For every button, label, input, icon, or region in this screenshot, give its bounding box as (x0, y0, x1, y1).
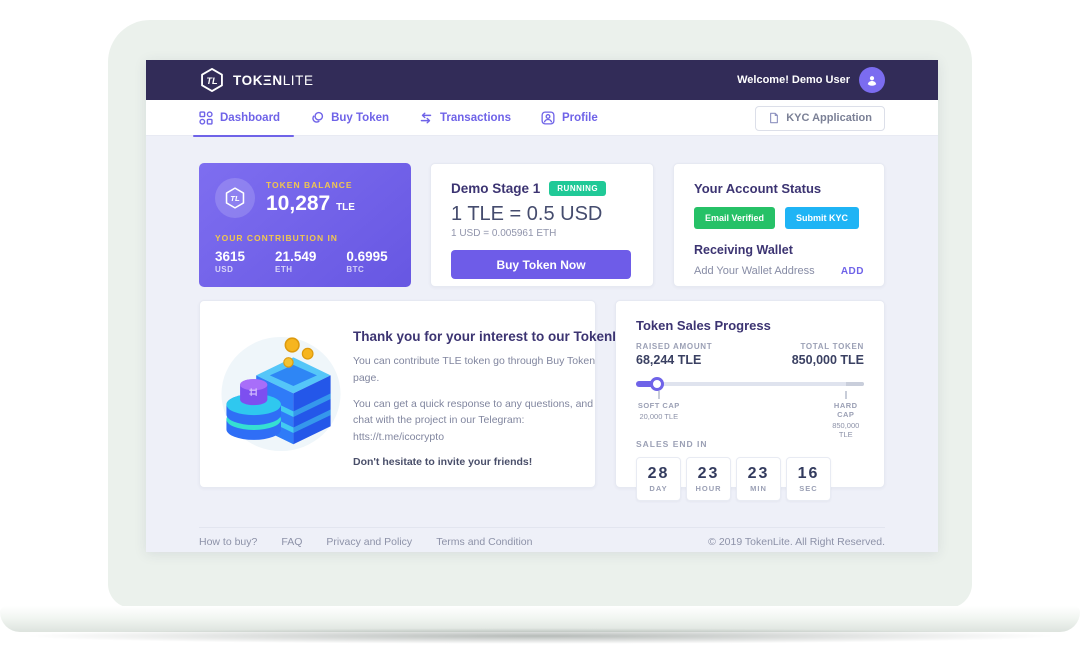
user-menu: Welcome! Demo User (737, 67, 885, 93)
contribution-label: YOUR CONTRIBUTION IN (215, 233, 395, 243)
contribution-btc: 0.6995 BTC (346, 249, 387, 274)
main-nav: Dashboard Buy Token (146, 100, 938, 136)
total-token-block: TOTAL TOKEN 850,000 TLE (792, 342, 864, 367)
brand-wordmark: TOKΞNLITE (233, 73, 314, 88)
laptop-shadow (20, 628, 1060, 644)
footer-link-terms[interactable]: Terms and Condition (436, 536, 532, 548)
copyright-text: © 2019 TokenLite. All Right Reserved. (708, 536, 885, 548)
sales-end-label: SALES END IN (636, 439, 864, 449)
countdown-timer: 28 DAY 23 HOUR 23 MIN (636, 457, 864, 501)
soft-cap-tick (658, 391, 660, 399)
person-icon (865, 73, 879, 87)
account-status-card: Your Account Status Email Verified Submi… (673, 163, 885, 287)
token-logo-badge-icon: TL (215, 178, 255, 218)
contribution-eth: 21.549 ETH (275, 249, 316, 274)
token-balance-label: TOKEN BALANCE (266, 180, 355, 190)
coins-stack-illustration (219, 326, 343, 462)
contribution-values: 3615 USD 21.549 ETH 0.6995 BTC (215, 249, 395, 274)
wallet-address-hint: Add Your Wallet Address (694, 265, 815, 277)
thanks-invite-line: Don't hesitate to invite your friends! (353, 456, 636, 468)
submit-kyc-badge[interactable]: Submit KYC (785, 207, 859, 229)
user-avatar[interactable] (859, 67, 885, 93)
kyc-application-button[interactable]: KYC Application (755, 106, 885, 131)
tab-profile[interactable]: Profile (541, 100, 598, 136)
stage-title: Demo Stage 1 (451, 181, 540, 196)
dashboard-grid-icon (199, 111, 213, 125)
document-icon (768, 112, 780, 124)
token-balance-card: TL TOKEN BALANCE 10,287 TLE YOUR CONTRIB… (199, 163, 411, 287)
tab-buy-token[interactable]: Buy Token (310, 100, 389, 136)
slider-track (636, 382, 864, 386)
tab-label: Transactions (440, 112, 511, 124)
footer-links: How to buy? FAQ Privacy and Policy Terms… (199, 536, 533, 548)
slider-knob (650, 377, 664, 391)
buy-token-now-button[interactable]: Buy Token Now (451, 250, 631, 279)
profile-icon (541, 111, 555, 125)
coins-icon (310, 111, 324, 125)
kyc-button-label: KYC Application (786, 112, 872, 124)
tab-transactions[interactable]: Transactions (419, 100, 511, 136)
account-status-title: Your Account Status (694, 181, 864, 196)
token-balance-amount: 10,287 TLE (266, 192, 355, 216)
nav-tabs: Dashboard Buy Token (199, 100, 598, 136)
hard-cap-label-block: HARD CAP 850,000 TLE (832, 401, 859, 439)
running-status-badge: RUNNING (549, 181, 606, 196)
dashboard-content: TL TOKEN BALANCE 10,287 TLE YOUR CONTRIB… (146, 136, 938, 548)
add-wallet-link[interactable]: ADD (841, 266, 864, 277)
summary-row: TL TOKEN BALANCE 10,287 TLE YOUR CONTRIB… (199, 163, 885, 287)
svg-text:TL: TL (230, 194, 240, 203)
receiving-wallet-title: Receiving Wallet (694, 243, 864, 257)
tab-label: Dashboard (220, 112, 280, 124)
contribution-usd: 3615 USD (215, 249, 245, 274)
thanks-paragraph-2: You can get a quick response to any ques… (353, 396, 601, 446)
brand-logo[interactable]: TL TOKΞNLITE (199, 67, 314, 93)
app-window: TL TOKΞNLITE Welcome! Demo User (146, 60, 938, 552)
token-rate: 1 TLE = 0.5 USD (451, 203, 633, 226)
progress-title: Token Sales Progress (636, 318, 864, 333)
thanks-paragraph-1: You can contribute TLE token go through … (353, 353, 601, 387)
countdown-min: 23 MIN (736, 457, 781, 501)
welcome-text: Welcome! Demo User (737, 74, 850, 86)
tab-dashboard[interactable]: Dashboard (199, 100, 280, 136)
tokenlite-hexagon-logo-icon: TL (199, 67, 225, 93)
welcome-message-card: Thank you for your interest to our Token… (199, 300, 596, 488)
countdown-hour: 23 HOUR (686, 457, 731, 501)
hard-cap-tick (845, 391, 847, 399)
sales-progress-slider (636, 377, 864, 391)
page: TL TOKΞNLITE Welcome! Demo User (0, 0, 1080, 650)
tab-label: Profile (562, 112, 598, 124)
thanks-title: Thank you for your interest to our Token… (353, 329, 636, 344)
slider-track-tail (846, 382, 864, 386)
email-verified-badge[interactable]: Email Verified (694, 207, 775, 229)
top-header: TL TOKΞNLITE Welcome! Demo User (146, 60, 938, 100)
swap-arrows-icon (419, 111, 433, 125)
token-sales-progress-card: Token Sales Progress RAISED AMOUNT 68,24… (615, 300, 885, 488)
sale-stage-card: Demo Stage 1 RUNNING 1 TLE = 0.5 USD 1 U… (430, 163, 654, 287)
raised-amount-block: RAISED AMOUNT 68,244 TLE (636, 342, 712, 367)
app-footer: How to buy? FAQ Privacy and Policy Terms… (199, 527, 885, 548)
token-sub-rate: 1 USD = 0.005961 ETH (451, 228, 633, 239)
countdown-sec: 16 SEC (786, 457, 831, 501)
svg-text:TL: TL (206, 76, 218, 86)
countdown-day: 28 DAY (636, 457, 681, 501)
tab-label: Buy Token (331, 112, 389, 124)
soft-cap-label-block: SOFT CAP 20,000 TLE (638, 401, 680, 421)
detail-row: Thank you for your interest to our Token… (199, 300, 885, 488)
footer-link-privacy[interactable]: Privacy and Policy (326, 536, 412, 548)
footer-link-faq[interactable]: FAQ (281, 536, 302, 548)
footer-link-how-to-buy[interactable]: How to buy? (199, 536, 257, 548)
